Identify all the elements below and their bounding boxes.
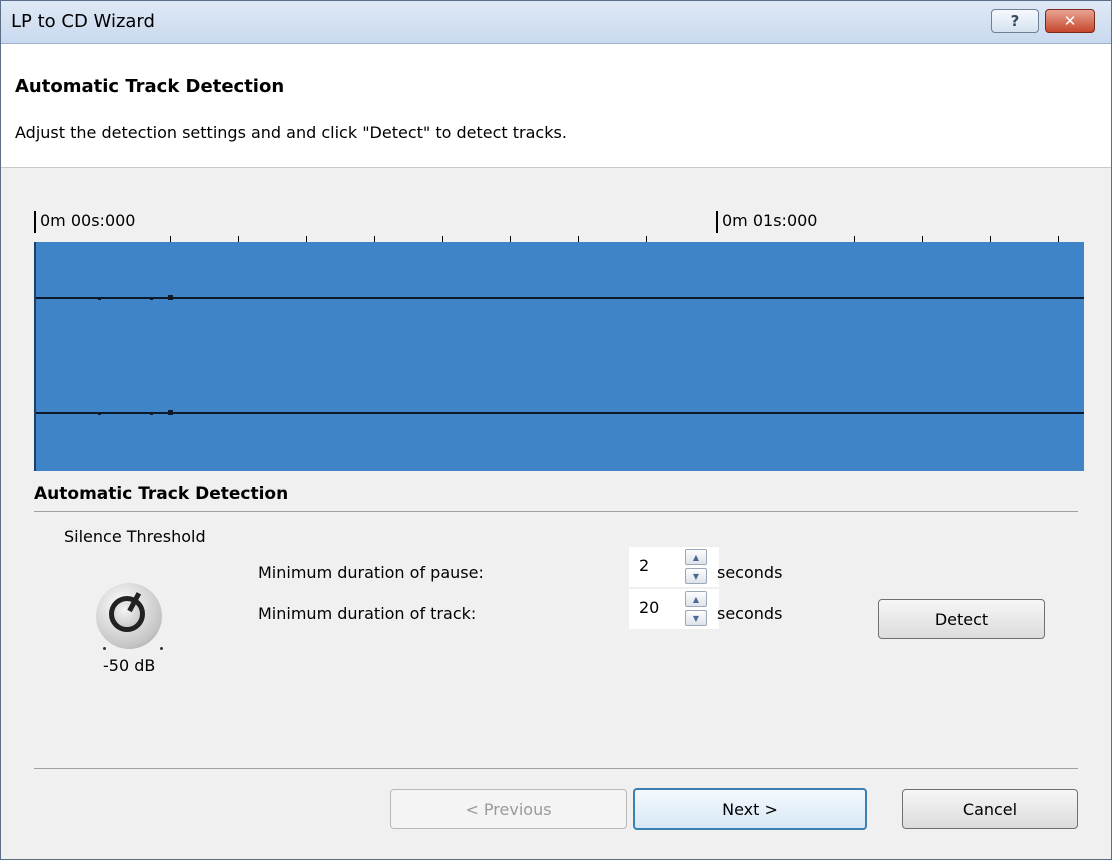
page-title: Automatic Track Detection [15,76,285,97]
previous-button[interactable]: < Previous [390,789,627,829]
waveform-peak [168,295,173,300]
pause-duration-label: Minimum duration of pause: [258,563,484,582]
waveform-peak [150,297,153,300]
spin-up-icon: ▲ [692,552,700,562]
title-bar: LP to CD Wizard ? ✕ [1,1,1111,44]
waveform-peak [150,412,153,415]
track-duration-label: Minimum duration of track: [258,604,477,623]
silence-threshold-label: Silence Threshold [64,527,206,546]
track-duration-value[interactable]: 20 [639,598,659,617]
knob-scale-dot [103,647,106,650]
waveform-peak [168,410,173,415]
waveform-peak [98,412,101,415]
track-duration-spinner[interactable]: 20 ▲ ▼ [629,589,719,629]
waveform-display[interactable] [34,242,1084,471]
wizard-window: LP to CD Wizard ? ✕ Automatic Track Dete… [0,0,1112,860]
footer-divider [34,768,1078,769]
knob-scale-dot [160,647,163,650]
waveform-channel-right [36,412,1084,414]
pause-duration-spinner[interactable]: 2 ▲ ▼ [629,547,719,587]
help-icon: ? [1010,12,1020,30]
waveform-channel-left [36,297,1084,299]
track-decrement-button[interactable]: ▼ [685,610,707,626]
spin-down-icon: ▼ [692,613,700,623]
close-button[interactable]: ✕ [1045,9,1095,33]
silence-threshold-knob[interactable] [96,583,162,649]
pause-unit-label: seconds [717,563,783,582]
pause-duration-value[interactable]: 2 [639,556,649,575]
timeline-ruler: 0m 00s:000 0m 01s:000 [34,207,1084,243]
detect-button[interactable]: Detect [878,599,1045,639]
spin-up-icon: ▲ [692,594,700,604]
cancel-button[interactable]: Cancel [902,789,1078,829]
waveform-peak [98,297,101,300]
help-button[interactable]: ? [991,9,1039,33]
timeline-label-start: 0m 00s:000 [34,211,135,233]
window-title: LP to CD Wizard [11,11,155,32]
track-unit-label: seconds [717,604,783,623]
next-button[interactable]: Next > [633,788,867,830]
section-title: Automatic Track Detection [34,484,289,504]
timeline-label-mid: 0m 01s:000 [716,211,817,233]
pause-increment-button[interactable]: ▲ [685,549,707,565]
spin-down-icon: ▼ [692,571,700,581]
track-increment-button[interactable]: ▲ [685,591,707,607]
wizard-header: Automatic Track Detection Adjust the det… [1,44,1111,168]
section-divider [34,511,1078,512]
close-icon: ✕ [1063,12,1077,30]
pause-decrement-button[interactable]: ▼ [685,568,707,584]
knob-value: -50 dB [103,656,156,675]
page-subtitle: Adjust the detection settings and and cl… [15,123,567,142]
knob-icon [109,596,145,632]
